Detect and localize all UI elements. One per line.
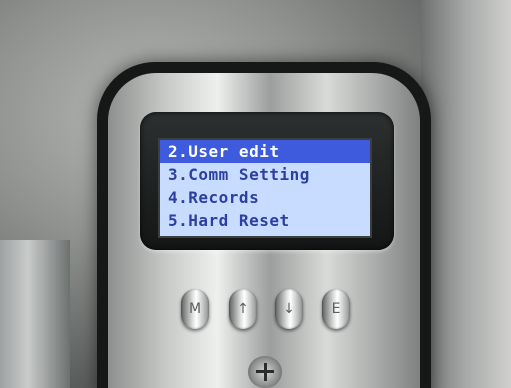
enter-button[interactable]: E [322, 289, 350, 329]
screw-icon [248, 356, 282, 388]
down-arrow-button[interactable]: ↓ [275, 289, 303, 329]
menu-item-comm-setting[interactable]: 3.Comm Setting [160, 163, 370, 186]
menu-button[interactable]: M [181, 289, 209, 329]
background-wall-right [421, 0, 511, 388]
up-arrow-button[interactable]: ↑ [229, 289, 257, 329]
lcd-menu-screen: 2.User edit 3.Comm Setting 4.Records 5.H… [158, 138, 372, 238]
menu-item-user-edit[interactable]: 2.User edit [160, 140, 370, 163]
menu-item-hard-reset[interactable]: 5.Hard Reset [160, 209, 370, 232]
door-lock-photo: 2.User edit 3.Comm Setting 4.Records 5.H… [0, 0, 511, 388]
screw-slot-horizontal [256, 370, 274, 373]
background-wall-left [0, 240, 70, 388]
menu-item-records[interactable]: 4.Records [160, 186, 370, 209]
keypad-buttons: M ↑ ↓ E [179, 289, 353, 331]
